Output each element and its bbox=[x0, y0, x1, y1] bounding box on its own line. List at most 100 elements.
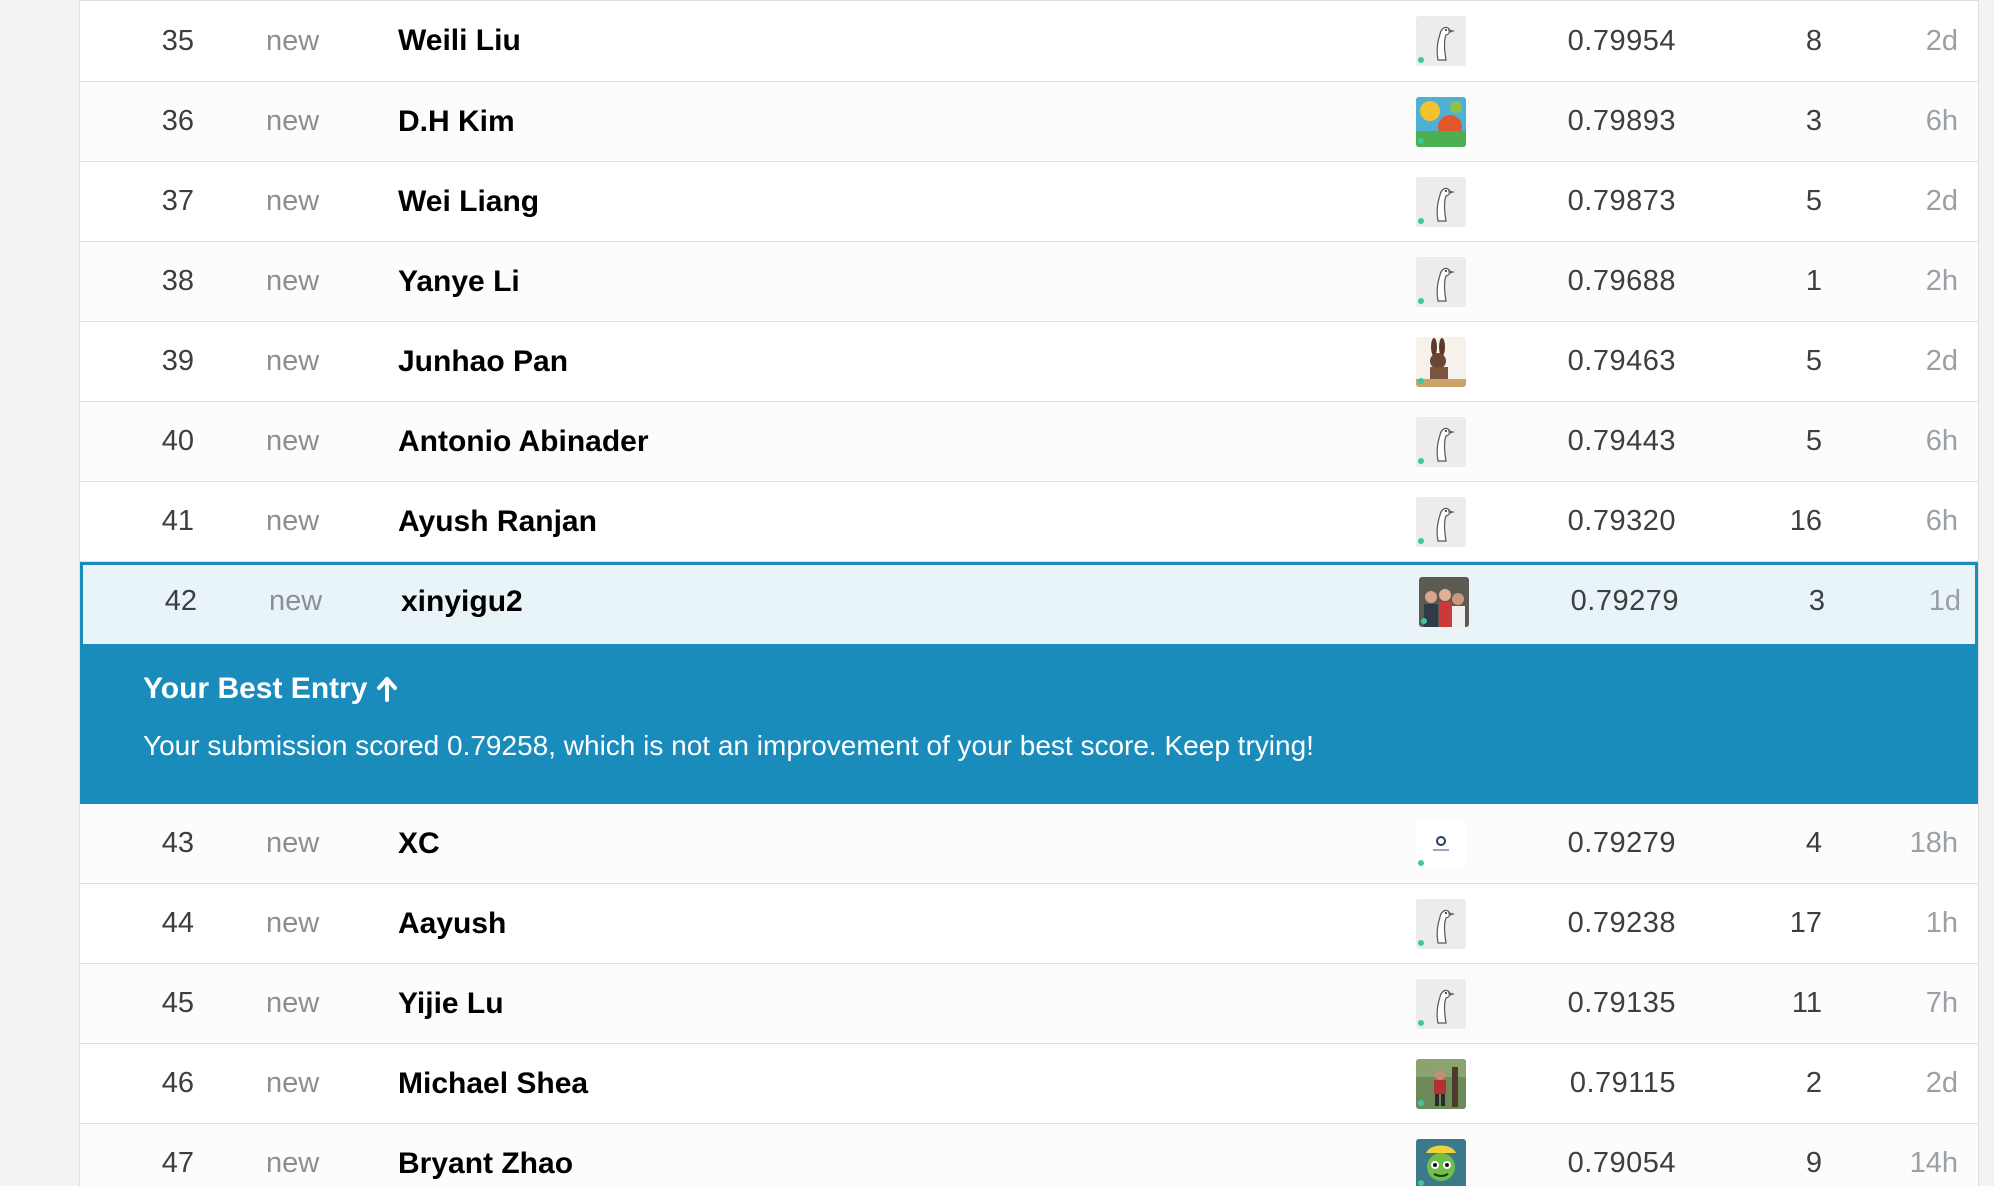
team-members[interactable] bbox=[1416, 482, 1468, 561]
last-submission-cell: 2d bbox=[1925, 345, 1958, 377]
table-row[interactable]: 46 new Michael Shea 0.79115 2 2d bbox=[80, 1044, 1978, 1124]
rank-change-cell: new bbox=[266, 24, 320, 57]
last-submission-cell: 6h bbox=[1925, 505, 1958, 537]
avatar[interactable] bbox=[1416, 1138, 1466, 1186]
banner-title-text: Your Best Entry bbox=[143, 672, 368, 705]
entries-cell: 11 bbox=[1791, 987, 1822, 1019]
team-name[interactable]: Michael Shea bbox=[398, 1044, 588, 1123]
score-cell: 0.79135 bbox=[1567, 987, 1676, 1019]
banner-title: Your Best Entry bbox=[143, 672, 1978, 706]
last-submission-cell: 2h bbox=[1925, 265, 1958, 297]
avatar[interactable] bbox=[1416, 96, 1466, 147]
team-name[interactable]: Yanye Li bbox=[398, 242, 520, 321]
team-name[interactable]: xinyigu2 bbox=[401, 562, 523, 641]
table-row[interactable]: 47 new Bryant Zhao 0.79054 9 14h bbox=[80, 1124, 1978, 1186]
rank-cell: 46 bbox=[161, 1067, 194, 1099]
team-members[interactable] bbox=[1416, 884, 1468, 963]
team-members[interactable] bbox=[1416, 402, 1468, 481]
rank-change-cell: new bbox=[269, 585, 323, 617]
my-team-row[interactable]: 42 new xinyigu2 0.79279 3 1d bbox=[80, 562, 1978, 644]
score-cell: 0.79463 bbox=[1567, 345, 1676, 377]
avatar[interactable] bbox=[1416, 416, 1466, 467]
table-row[interactable]: 39 new Junhao Pan 0.79463 5 2d bbox=[80, 322, 1978, 402]
last-submission-cell: 1h bbox=[1925, 907, 1958, 939]
table-row[interactable]: 41 new Ayush Ranjan 0.79320 16 6h bbox=[80, 482, 1978, 562]
entries-cell: 4 bbox=[1805, 827, 1822, 859]
team-members[interactable] bbox=[1419, 562, 1471, 641]
online-status-dot bbox=[1418, 1179, 1424, 1186]
avatar[interactable] bbox=[1416, 176, 1466, 227]
best-entry-banner: Your Best Entry Your submission scored 0… bbox=[80, 644, 1978, 804]
team-members[interactable] bbox=[1416, 964, 1468, 1043]
entries-cell: 9 bbox=[1805, 1147, 1822, 1179]
team-name[interactable]: Antonio Abinader bbox=[398, 402, 649, 481]
entries-cell: 17 bbox=[1789, 907, 1822, 939]
entries-cell: 5 bbox=[1805, 185, 1822, 217]
score-cell: 0.79115 bbox=[1569, 1067, 1676, 1099]
team-members[interactable] bbox=[1416, 242, 1468, 321]
avatar[interactable] bbox=[1416, 898, 1466, 949]
team-members[interactable] bbox=[1416, 1, 1468, 81]
avatar[interactable] bbox=[1416, 256, 1466, 307]
team-name[interactable]: XC bbox=[398, 804, 440, 883]
avatar[interactable] bbox=[1416, 978, 1466, 1029]
rank-change-cell: new bbox=[266, 505, 320, 537]
team-name[interactable]: Junhao Pan bbox=[398, 322, 568, 401]
team-name[interactable]: Weili Liu bbox=[398, 1, 521, 81]
rank-cell: 42 bbox=[164, 585, 197, 617]
online-status-dot bbox=[1418, 457, 1424, 464]
team-name[interactable]: Ayush Ranjan bbox=[398, 482, 597, 561]
online-status-dot bbox=[1421, 617, 1427, 624]
online-status-dot bbox=[1418, 1099, 1424, 1106]
last-submission-cell: 2d bbox=[1925, 1067, 1958, 1099]
avatar[interactable] bbox=[1416, 1058, 1466, 1109]
score-cell: 0.79279 bbox=[1570, 585, 1679, 617]
table-row[interactable]: 38 new Yanye Li 0.79688 1 2h bbox=[80, 242, 1978, 322]
table-row[interactable]: 35 new Weili Liu 0.79954 8 2d bbox=[80, 0, 1978, 82]
team-members[interactable] bbox=[1416, 162, 1468, 241]
last-submission-cell: 6h bbox=[1925, 425, 1958, 457]
avatar[interactable] bbox=[1416, 16, 1466, 66]
table-row[interactable]: 40 new Antonio Abinader 0.79443 5 6h bbox=[80, 402, 1978, 482]
avatar[interactable] bbox=[1416, 336, 1466, 387]
last-submission-cell: 2d bbox=[1925, 24, 1958, 57]
score-cell: 0.79954 bbox=[1567, 24, 1676, 57]
team-members[interactable] bbox=[1416, 1124, 1468, 1186]
team-name[interactable]: Aayush bbox=[398, 884, 506, 963]
team-members[interactable] bbox=[1416, 322, 1468, 401]
rank-cell: 37 bbox=[161, 185, 194, 217]
online-status-dot bbox=[1418, 217, 1424, 224]
last-submission-cell: 1d bbox=[1928, 585, 1961, 617]
rank-change-cell: new bbox=[266, 1147, 320, 1179]
team-name[interactable]: D.H Kim bbox=[398, 82, 515, 161]
arrow-up-icon bbox=[376, 677, 397, 702]
rank-change-cell: new bbox=[266, 827, 320, 859]
leaderboard: 35 new Weili Liu 0.79954 8 2d 36 new D.H Kim 0.79… bbox=[79, 0, 1979, 1186]
online-status-dot bbox=[1418, 1019, 1424, 1026]
rank-cell: 38 bbox=[161, 265, 194, 297]
avatar[interactable] bbox=[1416, 496, 1466, 547]
team-name[interactable]: Yijie Lu bbox=[398, 964, 504, 1043]
table-row[interactable]: 44 new Aayush 0.79238 17 1h bbox=[80, 884, 1978, 964]
table-row[interactable]: 45 new Yijie Lu 0.79135 11 7h bbox=[80, 964, 1978, 1044]
table-row[interactable]: 43 new XC 0.79279 4 18h bbox=[80, 804, 1978, 884]
score-cell: 0.79893 bbox=[1567, 105, 1676, 137]
avatar[interactable] bbox=[1416, 818, 1466, 869]
avatar[interactable] bbox=[1419, 576, 1469, 627]
rank-change-cell: new bbox=[266, 345, 320, 377]
team-members[interactable] bbox=[1416, 82, 1468, 161]
team-name[interactable]: Wei Liang bbox=[398, 162, 539, 241]
last-submission-cell: 14h bbox=[1909, 1147, 1958, 1179]
score-cell: 0.79238 bbox=[1567, 907, 1676, 939]
rank-change-cell: new bbox=[266, 1067, 320, 1099]
score-cell: 0.79279 bbox=[1567, 827, 1676, 859]
rank-cell: 47 bbox=[161, 1147, 194, 1179]
online-status-dot bbox=[1418, 537, 1424, 544]
table-row[interactable]: 37 new Wei Liang 0.79873 5 2d bbox=[80, 162, 1978, 242]
team-members[interactable] bbox=[1416, 804, 1468, 883]
team-name[interactable]: Bryant Zhao bbox=[398, 1124, 573, 1186]
table-row[interactable]: 36 new D.H Kim 0.79893 3 6h bbox=[80, 82, 1978, 162]
online-status-dot bbox=[1418, 939, 1424, 946]
team-members[interactable] bbox=[1416, 1044, 1468, 1123]
rank-cell: 43 bbox=[161, 827, 194, 859]
